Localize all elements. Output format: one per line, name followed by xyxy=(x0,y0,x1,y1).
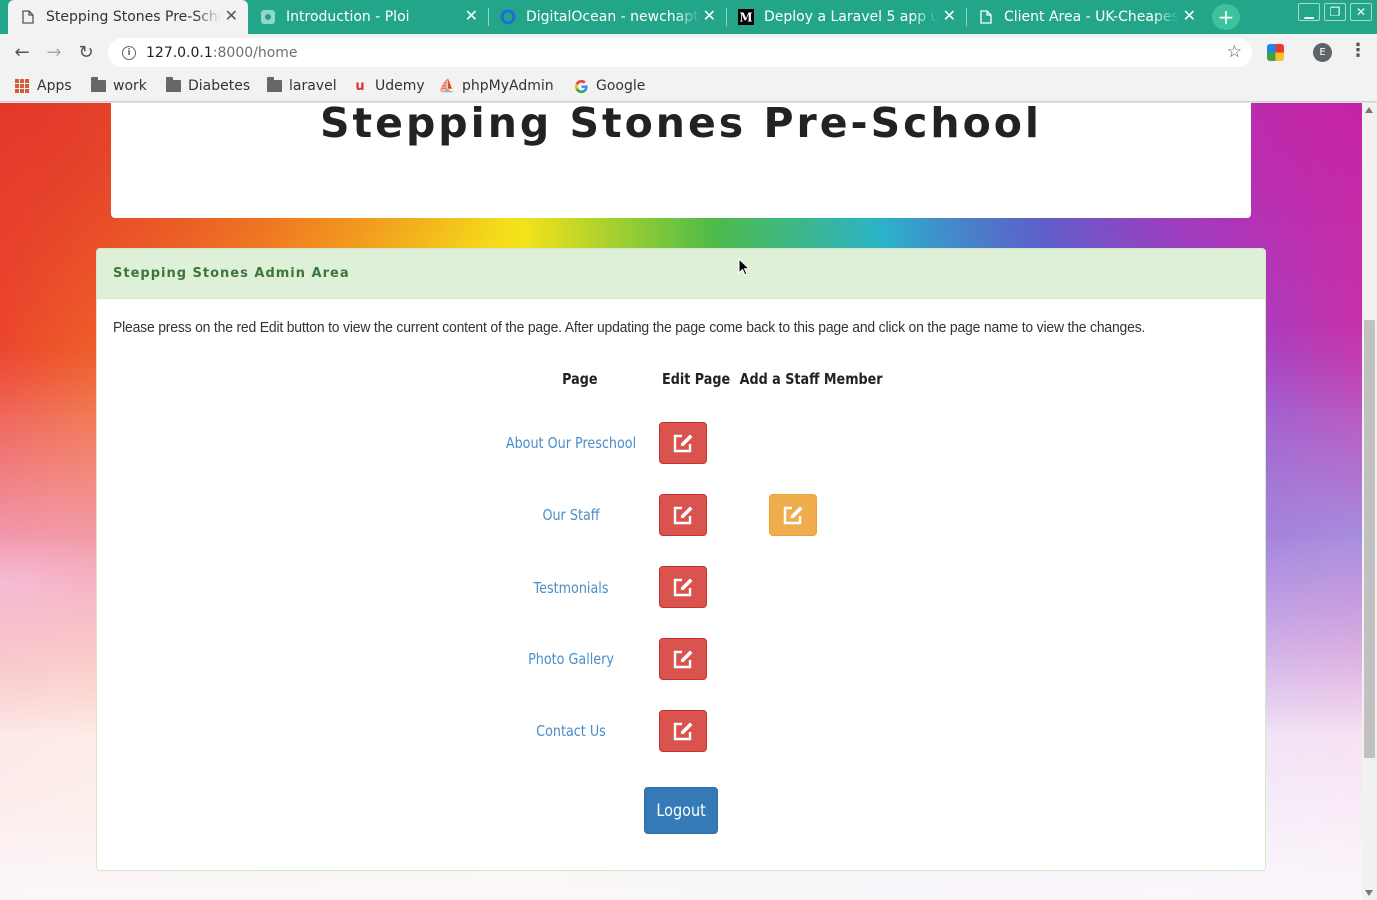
page-scrollbar[interactable] xyxy=(1362,103,1377,900)
edit-page-button-about[interactable] xyxy=(659,422,707,464)
scroll-down-icon[interactable] xyxy=(1365,890,1373,896)
edit-icon xyxy=(673,650,693,669)
bookmark-google[interactable]: Google xyxy=(573,76,645,96)
tab-ploi[interactable]: Introduction - Ploi ✕ xyxy=(248,0,489,34)
digitalocean-icon xyxy=(500,9,516,25)
column-header-edit: Edit Page xyxy=(662,370,731,388)
logout-button[interactable]: Logout xyxy=(644,787,718,834)
new-tab-button[interactable]: + xyxy=(1212,4,1240,30)
tab-medium[interactable]: M Deploy a Laravel 5 app using ✕ xyxy=(726,0,967,34)
edit-page-button-testimonials[interactable] xyxy=(659,566,707,608)
ploi-icon xyxy=(260,9,276,25)
folder-icon xyxy=(165,77,181,94)
scrollbar-thumb[interactable] xyxy=(1364,320,1375,758)
document-icon xyxy=(978,9,994,25)
tab-title: Client Area - UK-Cheapest xyxy=(1004,9,1179,25)
tab-stepping-stones[interactable]: Stepping Stones Pre-School ✕ xyxy=(8,0,248,34)
edit-icon xyxy=(673,578,693,597)
bookmark-udemy[interactable]: u Udemy xyxy=(352,76,424,96)
bookmark-apps[interactable]: Apps xyxy=(14,76,72,96)
back-button[interactable]: ← xyxy=(10,40,34,64)
page-link-staff[interactable]: Our Staff xyxy=(486,506,656,524)
site-title: Stepping Stones Pre-School xyxy=(320,103,1042,147)
close-icon[interactable]: ✕ xyxy=(225,8,238,24)
info-icon[interactable]: i xyxy=(122,45,136,60)
page-link-contact[interactable]: Contact Us xyxy=(486,722,656,740)
page-link-gallery[interactable]: Photo Gallery xyxy=(486,650,656,668)
tab-title: Introduction - Ploi xyxy=(286,9,410,25)
phpmyadmin-icon: ⛵ xyxy=(438,78,456,94)
bookmark-star-icon[interactable]: ☆ xyxy=(1227,42,1242,62)
admin-panel: Stepping Stones Admin Area Please press … xyxy=(96,248,1266,871)
minimize-icon: ▁ xyxy=(1304,5,1314,19)
document-icon xyxy=(20,9,36,25)
arrow-left-icon: ← xyxy=(14,41,30,63)
minimize-button[interactable]: ▁ xyxy=(1298,3,1320,21)
column-header-page: Page xyxy=(562,370,598,388)
bookmarks-bar: Apps work Diabetes laravel u Udemy ⛵ php… xyxy=(0,70,1377,102)
tab-title: DigitalOcean - newchapter xyxy=(526,9,701,25)
close-icon[interactable]: ✕ xyxy=(1183,8,1196,24)
column-header-staff: Add a Staff Member xyxy=(739,370,883,388)
bookmark-laravel[interactable]: laravel xyxy=(266,76,337,96)
close-icon[interactable]: ✕ xyxy=(465,8,478,24)
edit-icon xyxy=(673,722,693,741)
bookmark-phpmyadmin[interactable]: ⛵ phpMyAdmin xyxy=(439,76,554,96)
tab-title: Deploy a Laravel 5 app using xyxy=(764,9,939,25)
profile-avatar[interactable]: E xyxy=(1313,43,1332,62)
page-viewport: Stepping Stones Pre-School Stepping Ston… xyxy=(0,103,1377,900)
extension-icon[interactable] xyxy=(1267,44,1284,61)
bookmark-diabetes[interactable]: Diabetes xyxy=(165,76,250,96)
scroll-up-icon[interactable] xyxy=(1365,107,1373,113)
intro-text: Please press on the red Edit button to v… xyxy=(113,319,1146,336)
panel-heading: Stepping Stones Admin Area xyxy=(97,249,1265,299)
folder-icon xyxy=(90,77,106,94)
address-bar[interactable]: i 127.0.0.1:8000/home ☆ xyxy=(108,38,1252,67)
reload-icon: ↻ xyxy=(78,41,94,63)
close-icon: ✕ xyxy=(1355,5,1367,19)
arrow-right-icon: → xyxy=(46,41,62,63)
udemy-icon: u xyxy=(355,78,365,94)
close-icon[interactable]: ✕ xyxy=(703,8,716,24)
edit-page-button-staff[interactable] xyxy=(659,494,707,536)
edit-page-button-contact[interactable] xyxy=(659,710,707,752)
close-icon[interactable]: ✕ xyxy=(943,8,956,24)
close-window-button[interactable]: ✕ xyxy=(1350,3,1372,21)
edit-icon xyxy=(783,506,803,525)
restore-button[interactable]: ❐ xyxy=(1324,3,1346,21)
svg-text:M: M xyxy=(739,11,752,25)
page-link-about[interactable]: About Our Preschool xyxy=(486,434,656,452)
edit-icon xyxy=(673,434,693,453)
plus-icon: + xyxy=(1217,5,1235,29)
apps-grid-icon xyxy=(14,78,30,94)
tab-title: Stepping Stones Pre-School xyxy=(46,9,221,25)
page-link-testimonials[interactable]: Testmonials xyxy=(486,579,656,597)
mouse-cursor-icon xyxy=(738,258,750,276)
bookmark-work[interactable]: work xyxy=(90,76,147,96)
google-icon xyxy=(573,78,589,94)
forward-button[interactable]: → xyxy=(42,40,66,64)
edit-icon xyxy=(673,506,693,525)
browser-toolbar: ← → ↻ i 127.0.0.1:8000/home ☆ E ⋮ xyxy=(0,34,1377,70)
tab-client-area[interactable]: Client Area - UK-Cheapest ✕ xyxy=(966,0,1206,34)
folder-icon xyxy=(266,77,282,94)
reload-button[interactable]: ↻ xyxy=(74,40,98,64)
tab-digitalocean[interactable]: DigitalOcean - newchapter ✕ xyxy=(488,0,727,34)
edit-page-button-gallery[interactable] xyxy=(659,638,707,680)
medium-icon: M xyxy=(738,9,754,25)
restore-icon: ❐ xyxy=(1329,5,1341,19)
url-path: :8000/home xyxy=(212,44,298,61)
add-staff-member-button[interactable] xyxy=(769,494,817,536)
tab-bar: Stepping Stones Pre-School ✕ Introductio… xyxy=(0,0,1377,34)
url-host: 127.0.0.1 xyxy=(146,44,213,61)
menu-dots-icon[interactable]: ⋮ xyxy=(1349,40,1367,61)
site-header: Stepping Stones Pre-School xyxy=(111,103,1251,218)
